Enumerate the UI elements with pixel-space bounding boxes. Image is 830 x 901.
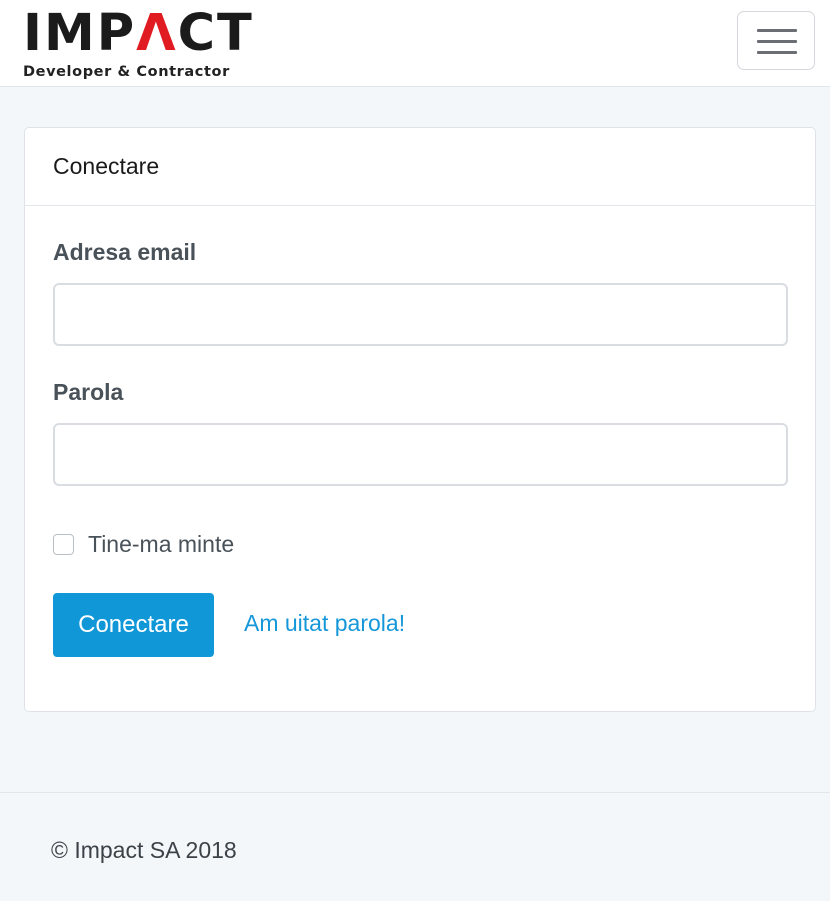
email-field[interactable] bbox=[53, 283, 788, 346]
password-field[interactable] bbox=[53, 423, 788, 486]
logo-accent-letter: Λ bbox=[136, 4, 178, 63]
forgot-password-link[interactable]: Am uitat parola! bbox=[244, 610, 405, 637]
top-navbar: IMPΛCT Developer & Contractor bbox=[0, 0, 830, 87]
remember-me-label[interactable]: Tine-ma minte bbox=[88, 531, 234, 558]
impact-logo[interactable]: IMPΛCT Developer & Contractor bbox=[23, 4, 252, 81]
remember-me-checkbox[interactable] bbox=[53, 534, 74, 555]
copyright-text: © Impact SA 2018 bbox=[51, 837, 237, 863]
login-button[interactable]: Conectare bbox=[53, 593, 214, 657]
logo-prefix: IMP bbox=[23, 4, 137, 63]
navbar-toggle-button[interactable] bbox=[737, 11, 815, 70]
hamburger-menu-icon bbox=[757, 29, 797, 55]
card-title: Conectare bbox=[53, 153, 160, 179]
logo-suffix: CT bbox=[177, 4, 254, 63]
page-footer: © Impact SA 2018 bbox=[0, 792, 830, 901]
logo-wordmark: IMPΛCT bbox=[23, 8, 254, 60]
password-label: Parola bbox=[53, 379, 124, 405]
login-card: Conectare Adresa email Parola Tine-ma mi… bbox=[24, 127, 816, 712]
email-label: Adresa email bbox=[53, 239, 197, 265]
logo-tagline: Developer & Contractor bbox=[23, 64, 230, 80]
card-header: Conectare bbox=[25, 128, 815, 206]
